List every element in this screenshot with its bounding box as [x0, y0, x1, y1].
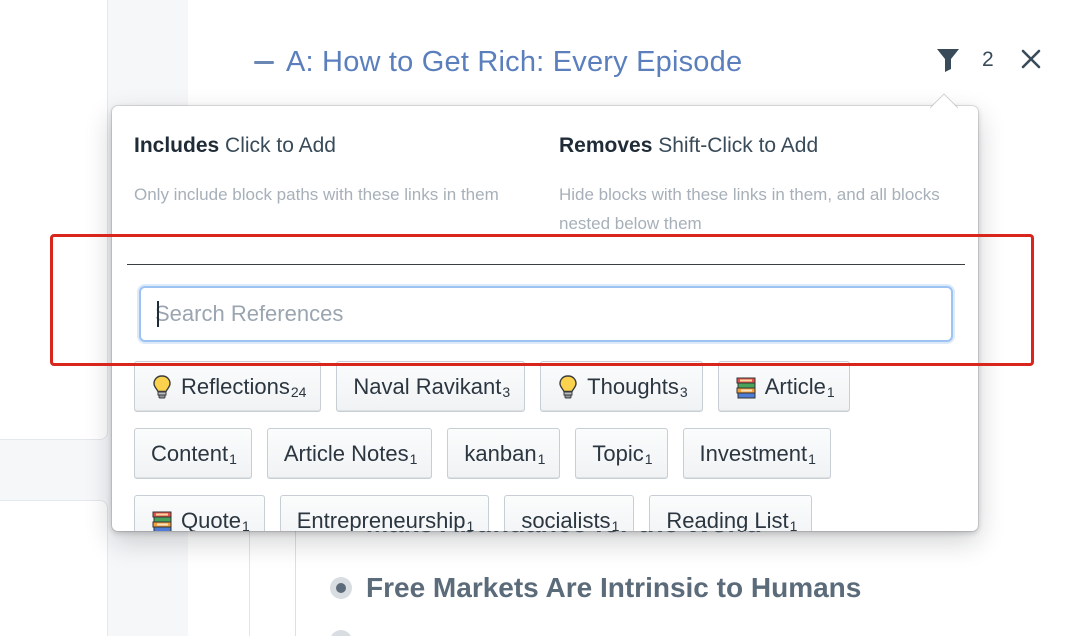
books-icon: [736, 377, 756, 398]
popover-arrow: [930, 93, 958, 109]
block-guide-line: [295, 520, 296, 636]
reference-tag[interactable]: Entrepreneurship 1: [279, 495, 490, 532]
reference-tag[interactable]: Article Notes 1: [266, 428, 433, 479]
page-title[interactable]: A: How to Get Rich: Every Episode: [286, 46, 742, 79]
close-icon[interactable]: [1019, 47, 1043, 71]
reference-tag[interactable]: Quote 1: [134, 495, 265, 531]
reference-label: Investment: [699, 440, 808, 466]
lightbulb-icon: [153, 374, 171, 398]
reference-tag[interactable]: Content 1: [134, 428, 252, 479]
block-text[interactable]: Free Markets Are Intrinsic to Humans: [366, 572, 861, 604]
includes-header: Includes Click to Add: [134, 134, 524, 158]
reference-label: Entrepreneurship: [296, 507, 466, 532]
reference-row: Content 1 Article Notes 1 kanban 1 Topic 1 Inves…: [134, 428, 964, 479]
reference-tag[interactable]: Reflections 24: [134, 361, 322, 412]
reference-count: 1: [409, 450, 418, 467]
filter-count: 2: [982, 48, 994, 71]
reference-tag[interactable]: Investment 1: [682, 428, 831, 479]
reference-label: kanban: [464, 440, 537, 466]
reference-tag[interactable]: socialists 1: [504, 495, 635, 532]
page-guide-line: [249, 520, 250, 636]
reference-label: Article Notes: [283, 440, 409, 466]
lightbulb-icon: [559, 374, 577, 398]
page-title-row: A: How to Get Rich: Every Episode: [254, 42, 742, 82]
reference-tag[interactable]: Naval Ravikant 3: [336, 361, 526, 412]
reference-count: 3: [502, 383, 511, 400]
reference-count: 1: [241, 517, 250, 532]
collapse-icon[interactable]: [254, 60, 274, 64]
includes-section: Includes Click to Add Only include block…: [134, 106, 524, 209]
reference-count: 1: [611, 517, 620, 532]
left-panel-card: [0, 0, 108, 440]
reference-list: Reflections 24 Naval Ravikant 3 Thoughts 3 Art…: [134, 361, 964, 531]
reference-count: 3: [679, 383, 688, 400]
removes-description: Hide blocks with these links in them, an…: [559, 185, 940, 233]
reference-label: Quote: [181, 507, 241, 532]
reference-row: Quote 1 Entrepreneurship 1 socialists 1 Readin…: [134, 495, 964, 531]
reference-count: 24: [290, 383, 307, 400]
removes-hint: Shift-Click to Add: [658, 134, 819, 157]
reference-label: Article: [764, 373, 826, 399]
reference-label: Topic: [592, 440, 644, 466]
reference-tag[interactable]: Thoughts 3: [540, 361, 703, 412]
reference-count: 1: [808, 450, 816, 467]
reference-label: Naval Ravikant: [353, 373, 502, 399]
reference-label: socialists: [521, 507, 611, 532]
removes-title: Removes: [559, 134, 653, 157]
removes-header: Removes Shift-Click to Add: [559, 134, 949, 158]
block-row: Free Markets Are Intrinsic to Humans: [330, 568, 861, 608]
reference-label: Content: [151, 440, 229, 466]
reference-count: 1: [537, 450, 546, 467]
reference-label: Reflections: [181, 373, 290, 399]
reference-count: 1: [826, 383, 835, 400]
reference-count: 1: [229, 450, 237, 467]
reference-count: 1: [466, 517, 475, 532]
block-bullet-icon[interactable]: [330, 577, 352, 599]
books-icon: [152, 511, 172, 531]
removes-section: Removes Shift-Click to Add Hide blocks w…: [559, 106, 949, 238]
reference-tag[interactable]: Article 1: [717, 361, 850, 412]
reference-tag[interactable]: Topic 1: [575, 428, 668, 479]
reference-count: 1: [644, 450, 653, 467]
app-root: A: How to Get Rich: Every Episode 2 Make…: [0, 0, 1072, 636]
reference-count: 1: [789, 517, 798, 532]
left-panel-card: [0, 500, 108, 636]
includes-description: Only include block paths with these link…: [134, 185, 499, 204]
includes-hint: Click to Add: [225, 134, 336, 157]
reference-row: Reflections 24 Naval Ravikant 3 Thoughts 3 Art…: [134, 361, 964, 412]
reference-tag[interactable]: kanban 1: [447, 428, 561, 479]
reference-label: Reading List: [666, 507, 789, 532]
includes-title: Includes: [134, 134, 220, 157]
highlight-annotation: [50, 234, 1034, 366]
reference-tag[interactable]: Reading List 1: [649, 495, 813, 532]
filter-icon[interactable]: [936, 47, 960, 73]
reference-label: Thoughts: [587, 373, 679, 399]
